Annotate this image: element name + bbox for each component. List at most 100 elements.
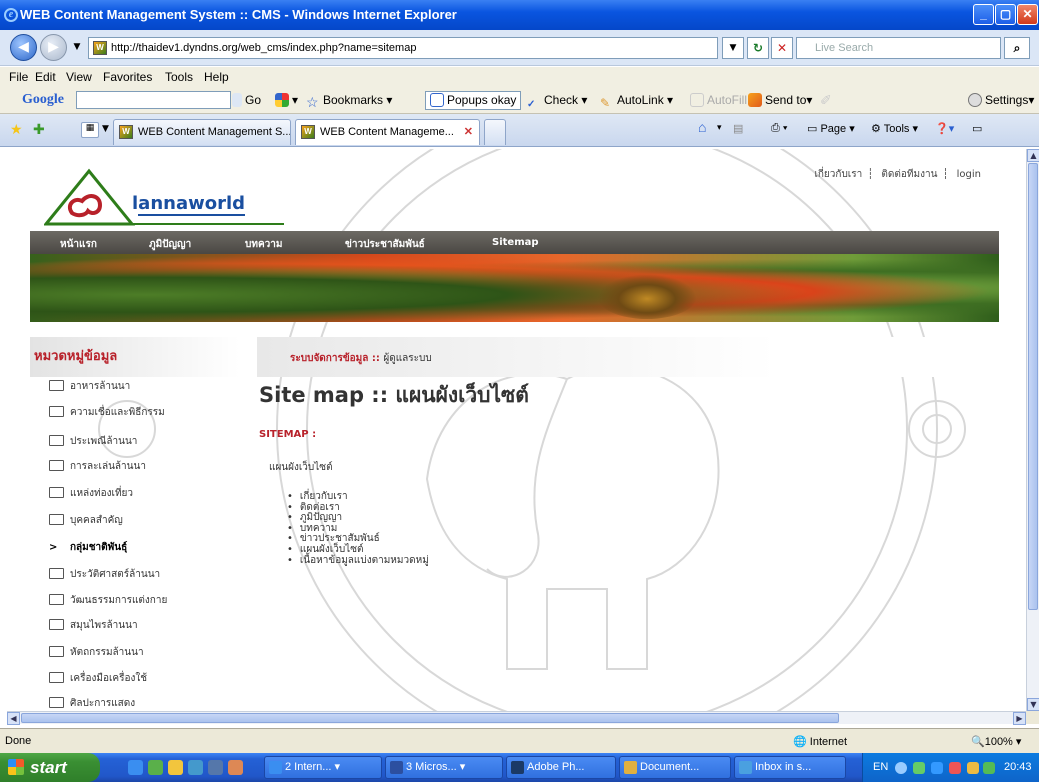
scroll-down-icon[interactable]: ▼ bbox=[1027, 698, 1039, 711]
close-tab-icon[interactable]: ✕ bbox=[464, 120, 473, 144]
home-dropdown[interactable]: ▾ bbox=[717, 122, 722, 133]
nav-wisdom[interactable]: ภูมิปัญญา bbox=[149, 237, 191, 252]
favorites-star-icon[interactable]: ★ bbox=[10, 122, 23, 138]
tray-monitor-icon[interactable] bbox=[931, 762, 943, 774]
new-tab-button[interactable] bbox=[484, 119, 506, 145]
sidebar-item-handicrafts[interactable]: หัตถกรรมล้านนา bbox=[49, 645, 144, 660]
google-go-button[interactable]: Go bbox=[232, 92, 261, 109]
sidebar-item-people[interactable]: บุคคลสำคัญ bbox=[49, 513, 123, 528]
taskbar-word-group[interactable]: 3 Micros... ▾ bbox=[385, 756, 503, 779]
sidebar-item-attractions[interactable]: แหล่งท่องเที่ยว bbox=[49, 486, 133, 501]
tab-list-dropdown[interactable]: ▼ bbox=[102, 124, 109, 134]
word-quicklaunch-icon[interactable] bbox=[208, 760, 223, 775]
research-icon[interactable]: ▭ bbox=[972, 122, 982, 135]
highlight-icon[interactable]: ✐ bbox=[820, 92, 832, 109]
sidebar-item-games[interactable]: การละเล่นล้านนา bbox=[49, 459, 146, 474]
refresh-icon[interactable]: ↻ bbox=[747, 37, 769, 59]
google-menu-button[interactable]: ▾ bbox=[275, 92, 298, 109]
scroll-corner bbox=[1026, 711, 1039, 724]
tray-arrow-icon[interactable] bbox=[895, 762, 907, 774]
stop-icon[interactable]: ✕ bbox=[771, 37, 793, 59]
forward-button[interactable]: ▶ bbox=[40, 34, 67, 61]
quick-tabs-icon[interactable]: ▦ bbox=[81, 122, 99, 138]
close-button[interactable]: ✕ bbox=[1017, 4, 1038, 25]
back-button[interactable]: ◀ bbox=[10, 34, 37, 61]
language-indicator[interactable]: EN bbox=[873, 761, 888, 773]
tools-menu-button[interactable]: ⚙ Tools ▾ bbox=[871, 122, 918, 135]
sidebar-item-performing-arts[interactable]: ศิลปะการแสดง bbox=[49, 696, 135, 711]
scroll-up-icon[interactable]: ▲ bbox=[1027, 149, 1039, 162]
horizontal-scroll-thumb[interactable] bbox=[21, 713, 839, 723]
home-icon[interactable]: ⌂ bbox=[698, 119, 706, 135]
vertical-scrollbar[interactable]: ▲ ▼ bbox=[1026, 149, 1039, 711]
horizontal-scrollbar[interactable]: ◀ ▶ bbox=[7, 711, 1026, 725]
messenger-quicklaunch-icon[interactable] bbox=[148, 760, 163, 775]
print-icon[interactable]: ⎙ ▾ bbox=[771, 122, 787, 135]
ie-quicklaunch-icon[interactable] bbox=[128, 760, 143, 775]
taskbar-document[interactable]: Document... bbox=[619, 756, 731, 779]
tray-antivirus-icon[interactable] bbox=[949, 762, 961, 774]
popups-button[interactable]: Popups okay bbox=[425, 91, 522, 110]
sitemap-link-categories[interactable]: เนื้อหาข้อมูลแบ่งตามหมวดหมู่ bbox=[287, 555, 429, 567]
maximize-button[interactable]: ▢ bbox=[995, 4, 1016, 25]
top-link-login[interactable]: login bbox=[957, 169, 981, 180]
sidebar-item-herbs[interactable]: สมุนไพรล้านนา bbox=[49, 618, 138, 633]
autofill-button[interactable]: AutoFill bbox=[690, 92, 747, 109]
desktop-quicklaunch-icon[interactable] bbox=[188, 760, 203, 775]
nav-articles[interactable]: บทความ bbox=[245, 237, 282, 252]
taskbar-photoshop[interactable]: Adobe Ph... bbox=[506, 756, 616, 779]
start-button[interactable]: start bbox=[0, 753, 100, 782]
bookmarks-button[interactable]: ☆ Bookmarks ▾ bbox=[306, 92, 392, 110]
search-icon[interactable]: ⌕ bbox=[1004, 37, 1030, 59]
scroll-left-icon[interactable]: ◀ bbox=[7, 712, 20, 725]
tray-app-icon[interactable] bbox=[967, 762, 979, 774]
mediaplayer-quicklaunch-icon[interactable] bbox=[168, 760, 183, 775]
system-tray: EN 20:43 bbox=[862, 753, 1039, 782]
nav-home[interactable]: หน้าแรก bbox=[60, 237, 97, 252]
tab-1[interactable]: W WEB Content Management S... bbox=[113, 119, 291, 145]
zoom-level[interactable]: 🔍100% ▾ bbox=[971, 735, 1021, 748]
sitemap-link-sitemap[interactable]: แผนผังเว็บไซต์ bbox=[287, 544, 429, 556]
address-dropdown[interactable]: ▼ bbox=[722, 37, 744, 59]
menu-tools[interactable]: Tools bbox=[165, 67, 193, 87]
menu-help[interactable]: Help bbox=[204, 67, 229, 87]
spellcheck-button[interactable]: ✓ Check ▾ bbox=[527, 92, 587, 110]
address-input[interactable]: W http://thaidev1.dyndns.org/web_cms/ind… bbox=[88, 37, 718, 59]
settings-button[interactable]: Settings▾ bbox=[968, 92, 1034, 109]
top-link-contact[interactable]: ติดต่อทีมงาน bbox=[881, 169, 937, 180]
sidebar-item-beliefs[interactable]: ความเชื่อและพิธีกรรม bbox=[49, 405, 165, 420]
search-input[interactable]: Live Search bbox=[796, 37, 1001, 59]
nav-news[interactable]: ข่าวประชาสัมพันธ์ bbox=[345, 237, 425, 252]
minimize-button[interactable]: _ bbox=[973, 4, 994, 25]
scroll-right-icon[interactable]: ▶ bbox=[1013, 712, 1026, 725]
google-search-input[interactable] bbox=[76, 91, 231, 109]
taskbar-ie-group[interactable]: 2 Intern... ▾ bbox=[264, 756, 382, 779]
app-quicklaunch-icon[interactable] bbox=[228, 760, 243, 775]
menu-favorites[interactable]: Favorites bbox=[103, 67, 152, 87]
page-menu-button[interactable]: ▭ Page ▾ bbox=[807, 122, 855, 135]
sitemap-link-about[interactable]: เกี่ยวกับเรา bbox=[287, 491, 429, 503]
nav-sitemap[interactable]: Sitemap bbox=[492, 237, 539, 248]
taskbar-inbox[interactable]: Inbox in s... bbox=[734, 756, 846, 779]
menu-edit[interactable]: Edit bbox=[35, 67, 56, 87]
autolink-button[interactable]: ✎ AutoLink ▾ bbox=[600, 92, 673, 110]
vertical-scroll-thumb[interactable] bbox=[1028, 163, 1038, 610]
add-favorites-icon[interactable]: ✚ bbox=[33, 122, 45, 138]
autofill-icon bbox=[690, 93, 704, 107]
sidebar-item-history[interactable]: ประวัติศาสตร์ล้านนา bbox=[49, 567, 160, 582]
tray-network-icon[interactable] bbox=[913, 762, 925, 774]
menu-file[interactable]: File bbox=[9, 67, 28, 87]
menu-view[interactable]: View bbox=[66, 67, 92, 87]
sidebar-item-dress[interactable]: วัฒนธรรมการแต่งกาย bbox=[49, 593, 167, 608]
recent-pages-dropdown[interactable]: ▼ bbox=[70, 37, 84, 59]
sidebar-item-ethnic-groups[interactable]: > กลุ่มชาติพันธุ์ bbox=[49, 540, 127, 555]
tab-2[interactable]: W WEB Content Manageme... ✕ bbox=[295, 119, 480, 145]
help-icon[interactable]: ❓▾ bbox=[935, 122, 954, 135]
sendto-button[interactable]: Send to▾ bbox=[748, 92, 812, 109]
top-link-about[interactable]: เกี่ยวกับเรา bbox=[814, 169, 862, 180]
sidebar-item-traditions[interactable]: ประเพณีล้านนา bbox=[49, 434, 137, 449]
tray-volume-icon[interactable] bbox=[983, 762, 995, 774]
sidebar-item-tools[interactable]: เครื่องมือเครื่องใช้ bbox=[49, 671, 147, 686]
sidebar-item-food[interactable]: อาหารล้านนา bbox=[49, 379, 130, 394]
feeds-icon[interactable]: ▤ bbox=[733, 122, 743, 135]
